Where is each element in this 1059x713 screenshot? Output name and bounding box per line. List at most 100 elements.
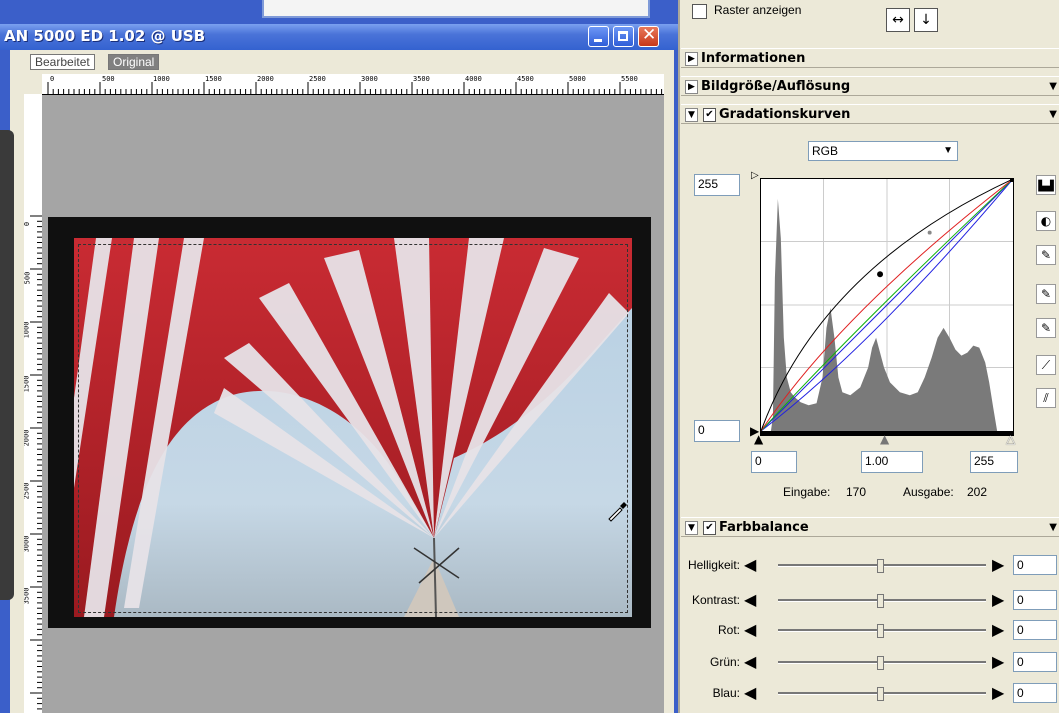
white-point-slider[interactable]: △ (1006, 432, 1015, 446)
value-field-contrast[interactable]: 0 (1013, 590, 1057, 610)
black-eyedropper-button[interactable]: ✎ (1036, 318, 1056, 338)
close-icon: ✕ (642, 25, 657, 45)
ruler-label: 2500 (24, 482, 31, 500)
ruler-label: 3500 (413, 75, 430, 83)
slider-label-red: Rot: (717, 623, 740, 637)
section-title: Farbbalance (719, 520, 809, 535)
value-field-red[interactable]: 0 (1013, 620, 1057, 640)
section-gradationskurven[interactable]: ▼ ✔ Gradationskurven ▼ (681, 104, 1059, 124)
background-window-strip (262, 0, 650, 18)
minimize-icon (594, 39, 602, 42)
increase-green-button[interactable]: ▶ (992, 652, 1004, 671)
ruler-label: 500 (102, 75, 115, 83)
section-informationen[interactable]: ▶ Informationen (681, 48, 1059, 68)
minimize-button[interactable] (588, 26, 609, 47)
slider-label-contrast: Kontrast: (691, 593, 740, 607)
slider-thumb-contrast[interactable] (877, 594, 884, 608)
maximize-button[interactable] (613, 26, 634, 47)
input-min-field[interactable]: 0 (751, 451, 797, 473)
decrease-red-button[interactable]: ◀ (744, 620, 756, 639)
ruler-label: 2000 (24, 429, 31, 447)
chevron-down-icon: ▼ (943, 145, 953, 156)
ruler-label: 2500 (309, 75, 326, 83)
tab-original[interactable]: Original (108, 54, 160, 70)
ruler-label: 3000 (24, 535, 31, 553)
ruler-horizontal: 0 500 1000 1500 2000 2500 3000 3500 4000… (42, 74, 664, 95)
down-arrow-icon: ↓ (920, 12, 932, 28)
dropdown-arrow-icon: ▼ (1049, 81, 1057, 92)
half-circle-icon: ◐ (1040, 214, 1052, 228)
gamma-field[interactable]: 1.00 (861, 451, 923, 473)
increase-blue-button[interactable]: ▶ (992, 683, 1004, 702)
crop-selection[interactable] (78, 244, 628, 613)
eyedropper-icon: ✎ (1040, 321, 1052, 335)
black-point-slider[interactable]: ▲ (754, 432, 763, 446)
section-title: Informationen (701, 51, 806, 66)
ruler-label: 4000 (465, 75, 482, 83)
window-title: AN 5000 ED 1.02 @ USB (4, 27, 206, 45)
horizontal-arrows-icon: ↔ (892, 12, 904, 28)
slider-thumb-brightness[interactable] (877, 559, 884, 573)
gamma-slider[interactable]: ▲ (880, 432, 889, 446)
ruler-label: 5000 (569, 75, 586, 83)
decrease-blue-button[interactable]: ◀ (744, 683, 756, 702)
expand-arrow-icon: ▶ (685, 52, 698, 66)
decrease-brightness-button[interactable]: ◀ (744, 555, 756, 574)
expand-arrow-icon: ▶ (685, 80, 698, 94)
fit-height-button[interactable]: ↓ (914, 8, 938, 32)
histogram-button[interactable]: ▙▟ (1036, 175, 1056, 195)
linear-curve-icon: ⟋ (1041, 358, 1051, 372)
side-handle (0, 130, 14, 600)
tab-edited[interactable]: Bearbeitet (30, 54, 95, 70)
output-max-field[interactable]: 255 (694, 174, 740, 196)
slider-thumb-red[interactable] (877, 624, 884, 638)
ruler-label: 0 (24, 222, 31, 226)
value-field-green[interactable]: 0 (1013, 652, 1057, 672)
increase-red-button[interactable]: ▶ (992, 620, 1004, 639)
output-min-field[interactable]: 0 (694, 420, 740, 442)
gradation-enable-checkbox[interactable]: ✔ (703, 108, 716, 122)
ruler-label: 0 (50, 75, 55, 83)
ruler-label: 1500 (205, 75, 222, 83)
output-readout-value: 202 (967, 485, 988, 499)
collapse-arrow-icon: ▼ (685, 521, 698, 535)
slider-thumb-blue[interactable] (877, 687, 884, 701)
reset-curve-button[interactable]: ⫽ (1036, 388, 1056, 408)
eyedropper-cursor-icon (606, 498, 630, 525)
farbbalance-enable-checkbox[interactable]: ✔ (703, 521, 716, 535)
ruler-label: 500 (24, 271, 32, 285)
fit-width-button[interactable]: ↔ (886, 8, 910, 32)
ruler-label: 1000 (24, 321, 31, 339)
value-field-brightness[interactable]: 0 (1013, 555, 1057, 575)
channel-select[interactable]: RGB ▼ (808, 141, 958, 161)
section-farbbalance[interactable]: ▼ ✔ Farbbalance ▼ (681, 517, 1059, 537)
ruler-vertical: 0 500 1000 1500 2000 2500 3000 3500 (24, 94, 43, 713)
slider-thumb-green[interactable] (877, 656, 884, 670)
section-bildgroesse[interactable]: ▶ Bildgröße/Auflösung ▼ (681, 76, 1059, 96)
input-max-field[interactable]: 255 (970, 451, 1018, 473)
auto-contrast-button[interactable]: ◐ (1036, 211, 1056, 231)
input-readout-label: Eingabe: (783, 485, 831, 499)
value-field-blue[interactable]: 0 (1013, 683, 1057, 703)
decrease-contrast-button[interactable]: ◀ (744, 590, 756, 609)
close-button[interactable]: ✕ (638, 25, 659, 47)
ruler-label: 1000 (153, 75, 170, 83)
decrease-green-button[interactable]: ◀ (744, 652, 756, 671)
gray-eyedropper-button[interactable]: ✎ (1036, 284, 1056, 304)
section-title: Bildgröße/Auflösung (701, 79, 851, 94)
channel-value: RGB (812, 144, 839, 158)
white-eyedropper-button[interactable]: ✎ (1036, 245, 1056, 265)
histogram-icon: ▙▟ (1038, 181, 1054, 192)
raster-checkbox[interactable] (692, 4, 707, 19)
increase-contrast-button[interactable]: ▶ (992, 590, 1004, 609)
curves-graph[interactable] (760, 178, 1014, 432)
ruler-vertical-ticks (30, 215, 42, 710)
linear-curve-button[interactable]: ⟋ (1036, 355, 1056, 375)
increase-brightness-button[interactable]: ▶ (992, 555, 1004, 574)
section-title: Gradationskurven (719, 107, 851, 122)
eyedropper-icon: ✎ (1040, 248, 1052, 262)
output-readout-label: Ausgabe: (903, 485, 954, 499)
input-readout-value: 170 (846, 485, 867, 499)
ruler-label: 3000 (361, 75, 378, 83)
ruler-label: 5500 (621, 75, 638, 83)
